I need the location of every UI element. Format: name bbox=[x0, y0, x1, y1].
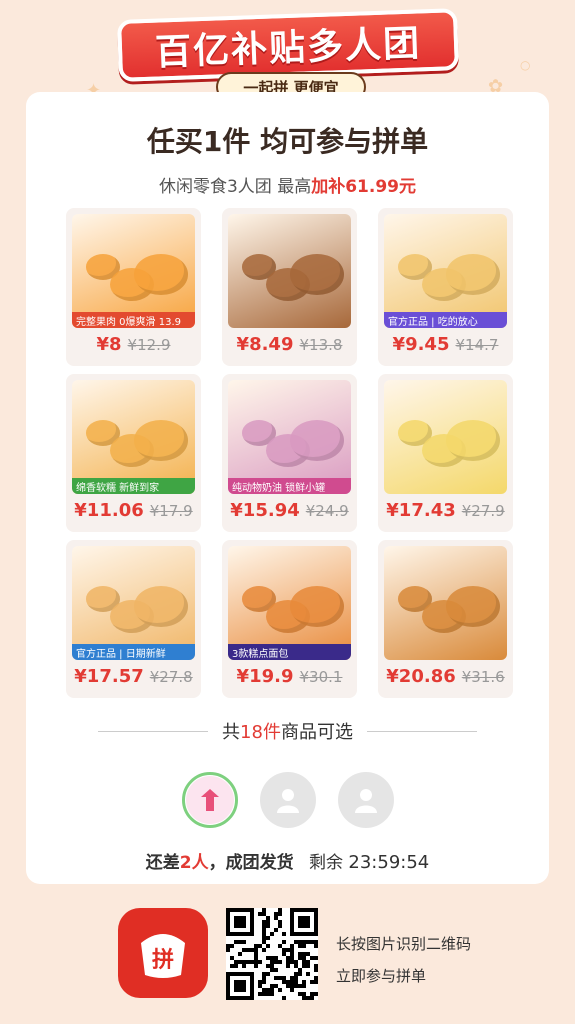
group-price: ¥19.9 bbox=[236, 666, 294, 687]
product-illustration bbox=[290, 420, 344, 461]
original-price: ¥31.6 bbox=[461, 668, 505, 686]
leader-avatar[interactable] bbox=[181, 772, 238, 828]
original-price: ¥27.8 bbox=[149, 668, 193, 686]
divider-line bbox=[366, 730, 477, 732]
product-image: 3款糕点面包 bbox=[228, 546, 351, 660]
original-price: ¥14.7 bbox=[455, 336, 499, 354]
group-price: ¥20.86 bbox=[386, 666, 456, 687]
group-price: ¥9.45 bbox=[392, 334, 450, 355]
product-ribbon: 官方正品 | 吃的放心 bbox=[384, 312, 507, 328]
product-image: 官方正品 | 日期新鲜 bbox=[72, 546, 195, 660]
price-row: ¥19.9 ¥30.1 bbox=[228, 666, 351, 687]
group-status: 还差2人，成团发货 剩余 23:59:54 bbox=[145, 852, 430, 873]
product-tile[interactable]: 官方正品 | 日期新鲜 ¥17.57 ¥27.8 bbox=[66, 540, 201, 698]
group-members bbox=[26, 772, 549, 828]
header-banner: 百亿补贴多人团 一起拼 更便宜 bbox=[117, 8, 459, 102]
price-row: ¥15.94 ¥24.9 bbox=[228, 500, 351, 521]
product-ribbon: 绵香软糯 新鲜到家 bbox=[72, 478, 195, 494]
group-price: ¥17.43 bbox=[386, 500, 456, 521]
group-price: ¥15.94 bbox=[230, 500, 300, 521]
price-row: ¥20.86 ¥31.6 bbox=[384, 666, 507, 687]
product-tile[interactable]: 3款糕点面包 ¥19.9 ¥30.1 bbox=[222, 540, 357, 698]
empty-member-slot[interactable] bbox=[259, 772, 316, 828]
group-price: ¥8.49 bbox=[236, 334, 294, 355]
product-tile[interactable]: ¥17.43 ¥27.9 bbox=[378, 374, 513, 532]
product-image: 绵香软糯 新鲜到家 bbox=[72, 380, 195, 494]
banner-title-box: 百亿补贴多人团 bbox=[117, 8, 459, 82]
group-price: ¥8 bbox=[96, 334, 122, 355]
user-placeholder-icon bbox=[354, 789, 377, 813]
product-ribbon: 3款糕点面包 bbox=[228, 644, 351, 660]
card-headline: 任买1件 均可参与拼单 bbox=[146, 125, 429, 158]
group-price: ¥11.06 bbox=[74, 500, 144, 521]
banner-title: 百亿补贴多人团 bbox=[154, 23, 422, 74]
product-image bbox=[384, 546, 507, 660]
product-tile[interactable]: 官方正品 | 吃的放心 ¥9.45 ¥14.7 bbox=[378, 208, 513, 366]
product-tile[interactable]: 纯动物奶油 锁鲜小罐 ¥15.94 ¥24.9 bbox=[222, 374, 357, 532]
product-tile[interactable]: ¥8.49 ¥13.8 bbox=[222, 208, 357, 366]
original-price: ¥27.9 bbox=[461, 502, 505, 520]
product-illustration bbox=[290, 586, 344, 627]
sparkle-icon: ○ bbox=[520, 58, 531, 72]
price-row: ¥17.57 ¥27.8 bbox=[72, 666, 195, 687]
group-buy-card: 任买1件 均可参与拼单 休闲零食3人团 最高加补61.99元 完整果肉 0爆爽滑… bbox=[26, 92, 549, 884]
product-illustration bbox=[446, 586, 500, 627]
product-illustration bbox=[134, 254, 188, 295]
original-price: ¥30.1 bbox=[299, 668, 343, 686]
card-sub-prefix: 休闲零食3人团 最高 bbox=[158, 177, 312, 197]
user-placeholder-icon bbox=[276, 789, 299, 813]
pinduoduo-logo: 拼 bbox=[118, 908, 208, 998]
product-image: 官方正品 | 吃的放心 bbox=[384, 214, 507, 328]
group-price: ¥17.57 bbox=[74, 666, 144, 687]
product-illustration bbox=[446, 254, 500, 295]
product-count-row: 共18件商品可选 bbox=[26, 718, 549, 744]
product-ribbon: 纯动物奶油 锁鲜小罐 bbox=[228, 478, 351, 494]
price-row: ¥11.06 ¥17.9 bbox=[72, 500, 195, 521]
product-image bbox=[384, 380, 507, 494]
product-image: 完整果肉 0爆爽滑 13.9 bbox=[72, 214, 195, 328]
card-subtitle: 休闲零食3人团 最高加补61.99元 bbox=[26, 172, 549, 197]
product-illustration bbox=[134, 420, 188, 461]
price-row: ¥8.49 ¥13.8 bbox=[228, 334, 351, 355]
product-count: 共18件商品可选 bbox=[222, 722, 353, 743]
product-grid: 完整果肉 0爆爽滑 13.9 ¥8 ¥12.9 ¥8.49 ¥13.8 官方正品 | 吃的… bbox=[66, 208, 513, 698]
divider-line bbox=[98, 730, 209, 732]
product-illustration bbox=[290, 254, 344, 295]
original-price: ¥12.9 bbox=[127, 336, 171, 354]
price-row: ¥9.45 ¥14.7 bbox=[384, 334, 507, 355]
product-illustration bbox=[134, 586, 188, 627]
product-ribbon: 完整果肉 0爆爽滑 13.9 bbox=[72, 312, 195, 328]
shopping-bag-icon bbox=[185, 776, 234, 824]
product-image bbox=[228, 214, 351, 328]
product-tile[interactable]: ¥20.86 ¥31.6 bbox=[378, 540, 513, 698]
empty-member-slot[interactable] bbox=[337, 772, 394, 828]
product-tile[interactable]: 完整果肉 0爆爽滑 13.9 ¥8 ¥12.9 bbox=[66, 208, 201, 366]
product-illustration bbox=[446, 420, 500, 461]
countdown: 剩余 23:59:54 bbox=[309, 852, 430, 873]
price-row: ¥17.43 ¥27.9 bbox=[384, 500, 507, 521]
footer-line-2: 立即参与拼单 bbox=[336, 967, 427, 985]
footer-instructions: 长按图片识别二维码 立即参与拼单 bbox=[336, 928, 471, 992]
product-ribbon: 官方正品 | 日期新鲜 bbox=[72, 644, 195, 660]
price-row: ¥8 ¥12.9 bbox=[72, 334, 195, 355]
original-price: ¥17.9 bbox=[149, 502, 193, 520]
product-image: 纯动物奶油 锁鲜小罐 bbox=[228, 380, 351, 494]
original-price: ¥24.9 bbox=[305, 502, 349, 520]
product-tile[interactable]: 绵香软糯 新鲜到家 ¥11.06 ¥17.9 bbox=[66, 374, 201, 532]
card-sub-highlight: 加补61.99元 bbox=[311, 177, 416, 197]
footer-line-1: 长按图片识别二维码 bbox=[336, 935, 472, 953]
qr-code[interactable] bbox=[226, 908, 318, 1000]
svg-text:拼: 拼 bbox=[152, 947, 174, 973]
original-price: ¥13.8 bbox=[299, 336, 343, 354]
